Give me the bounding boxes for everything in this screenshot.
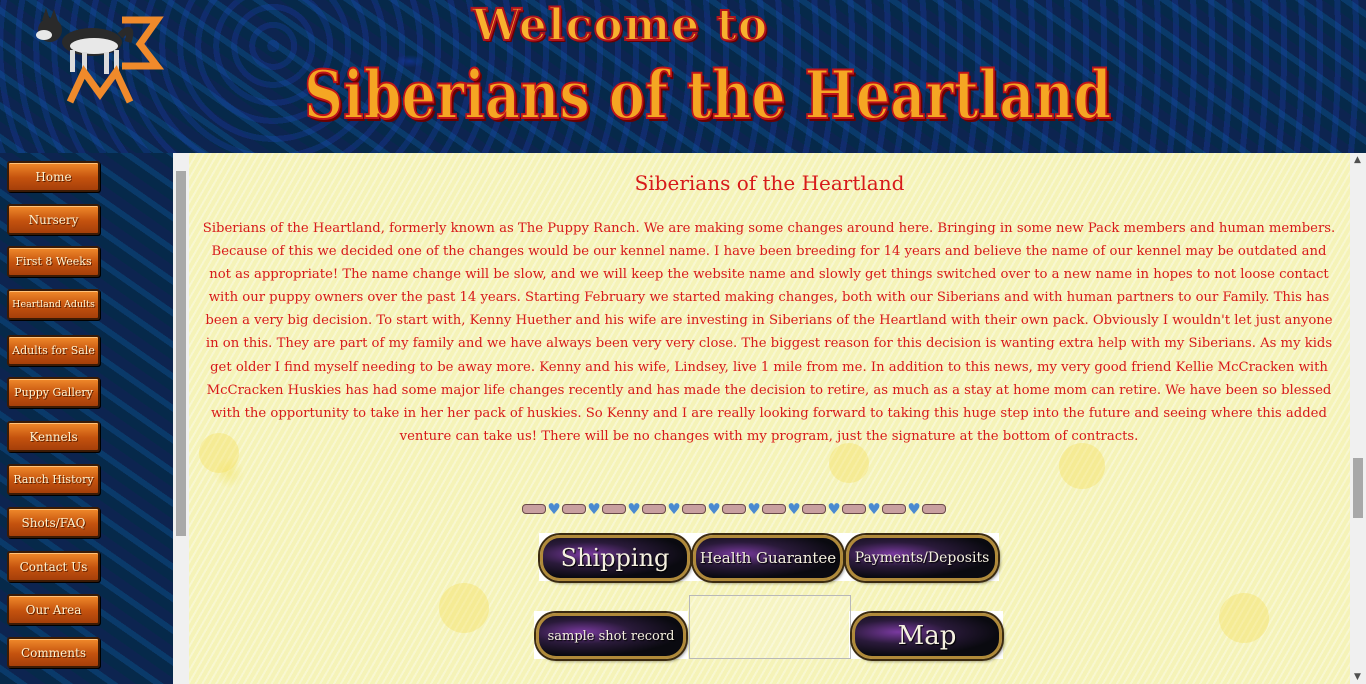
site-header: Welcome to Siberians of the Heartland <box>0 0 1366 153</box>
bone-icon <box>802 504 826 514</box>
nav-shots-faq-button[interactable]: Shots/FAQ <box>7 507 100 538</box>
page-heading: Siberians of the Heartland <box>634 171 905 195</box>
nav-heartland-adults-button[interactable]: Heartland Adults <box>7 289 100 320</box>
welcome-title: Welcome to <box>471 0 769 52</box>
bone-icon <box>842 504 866 514</box>
bone-icon <box>602 504 626 514</box>
left-nav: Home Nursery First 8 Weeks Heartland Adu… <box>0 153 173 684</box>
heart-icon: ♥ <box>787 500 801 518</box>
bone-icon <box>882 504 906 514</box>
bone-icon <box>722 504 746 514</box>
intro-paragraph: Siberians of the Heartland, formerly kno… <box>202 221 1336 444</box>
heart-icon: ♥ <box>627 500 641 518</box>
nav-home-button[interactable]: Home <box>7 161 100 192</box>
nav-kennels-button[interactable]: Kennels <box>7 421 100 452</box>
bone-icon <box>562 504 586 514</box>
health-guarantee-button[interactable]: Health Guarantee <box>693 535 843 581</box>
left-scrollbar[interactable] <box>173 153 189 684</box>
bone-heart-divider: ♥ ♥ ♥ ♥ ♥ ♥ ♥ ♥ ♥ ♥ <box>522 501 1016 517</box>
heart-icon: ♥ <box>667 500 681 518</box>
bone-icon <box>682 504 706 514</box>
right-scrollbar[interactable]: ▲ ▼ <box>1350 153 1366 684</box>
nav-our-area-button[interactable]: Our Area <box>7 594 100 625</box>
heart-icon: ♥ <box>707 500 721 518</box>
heart-icon: ♥ <box>547 500 561 518</box>
bone-icon <box>762 504 786 514</box>
decorative-flower <box>1219 593 1269 643</box>
main-content: Siberians of the Heartland Siberians of … <box>189 153 1350 684</box>
nav-nursery-button[interactable]: Nursery <box>7 204 100 235</box>
nav-comments-button[interactable]: Comments <box>7 637 100 668</box>
shipping-button[interactable]: Shipping <box>540 535 690 581</box>
decorative-flower <box>1059 443 1105 489</box>
bone-icon <box>522 504 546 514</box>
heart-icon: ♥ <box>907 500 921 518</box>
nav-adults-for-sale-button[interactable]: Adults for Sale <box>7 335 100 366</box>
sample-shot-record-button[interactable]: sample shot record <box>536 613 686 659</box>
map-button[interactable]: Map <box>852 613 1002 659</box>
bone-icon <box>922 504 946 514</box>
heart-icon: ♥ <box>587 500 601 518</box>
heart-icon: ♥ <box>867 500 881 518</box>
heart-icon: ♥ <box>827 500 841 518</box>
decorative-flower <box>439 583 489 633</box>
nav-ranch-history-button[interactable]: Ranch History <box>7 464 100 495</box>
heart-icon: ♥ <box>747 500 761 518</box>
husky-logo-icon <box>36 8 165 104</box>
nav-puppy-gallery-button[interactable]: Puppy Gallery <box>7 377 100 408</box>
payments-deposits-button[interactable]: Payments/Deposits <box>846 535 998 581</box>
nav-first-8-weeks-button[interactable]: First 8 Weeks <box>7 246 100 277</box>
content-frame: Siberians of the Heartland Siberians of … <box>173 153 1366 684</box>
nav-contact-us-button[interactable]: Contact Us <box>7 551 100 582</box>
site-title: Siberians of the Heartland <box>303 55 1112 135</box>
right-scrollbar-thumb[interactable] <box>1353 458 1363 518</box>
left-scrollbar-thumb[interactable] <box>176 171 186 536</box>
empty-image-placeholder <box>689 595 851 659</box>
bone-icon <box>642 504 666 514</box>
decorative-flower <box>829 443 869 483</box>
scroll-up-icon[interactable]: ▲ <box>1354 155 1361 165</box>
scroll-down-icon[interactable]: ▼ <box>1354 672 1361 682</box>
